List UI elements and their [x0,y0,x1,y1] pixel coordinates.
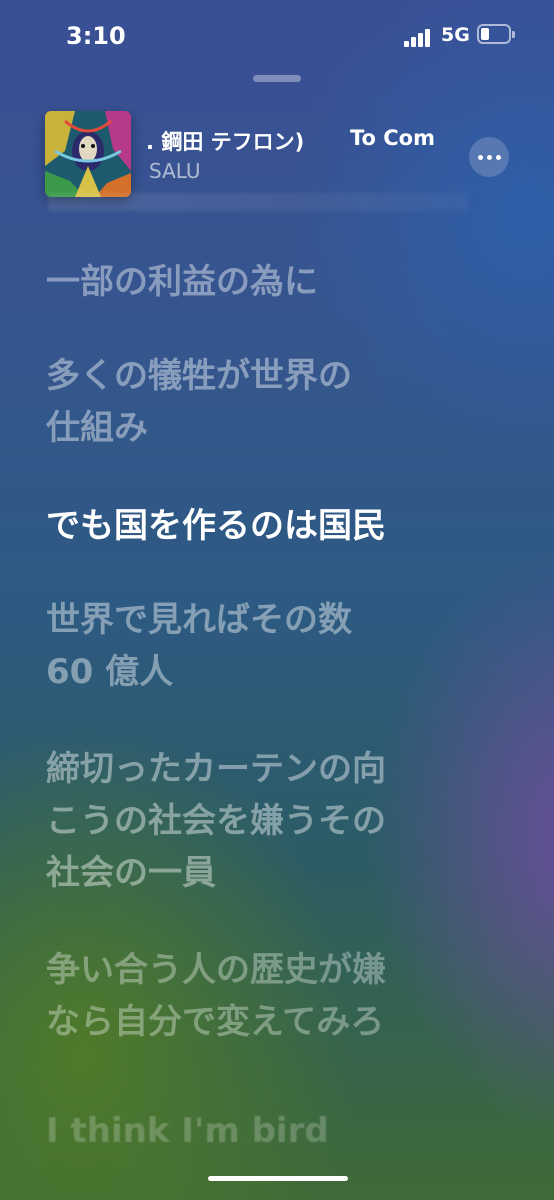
network-type: 5G [441,24,470,46]
track-title-marquee[interactable]: t. 鋼田 テフロン) To Com [148,126,436,156]
status-bar: 3:10 5G [0,0,554,70]
lyric-line[interactable]: 争い合う人の歴史が嫌 なら自分で変えてみろ [46,944,506,1048]
more-options-button[interactable] [469,137,509,177]
album-artwork[interactable] [45,111,131,197]
status-time: 3:10 [66,22,126,50]
lyric-line[interactable]: 締切ったカーテンの向 こうの社会を嫌うその 社会の一員 [46,743,506,899]
artist-name[interactable]: SALU [149,159,201,183]
ellipsis-icon [477,154,483,160]
sheet-grabber-handle[interactable] [253,75,301,82]
battery-icon [477,24,515,44]
lyric-line[interactable]: I think I'm bird [46,1105,506,1157]
lyric-line[interactable]: 世界で見ればその数 60 億人 [46,594,506,698]
lyric-line[interactable]: 一部の利益の為に [46,256,506,308]
track-title: t. 鋼田 テフロン) [148,130,305,154]
lyric-line-current[interactable]: でも国を作るのは国民 [46,500,506,552]
cellular-signal-icon [404,27,434,47]
previous-lyric-line-faded [48,193,468,211]
lyric-line[interactable]: 多くの犠牲が世界の 仕組み [46,350,506,454]
home-indicator[interactable] [208,1176,348,1181]
track-title-repeat: To Com [350,126,435,150]
